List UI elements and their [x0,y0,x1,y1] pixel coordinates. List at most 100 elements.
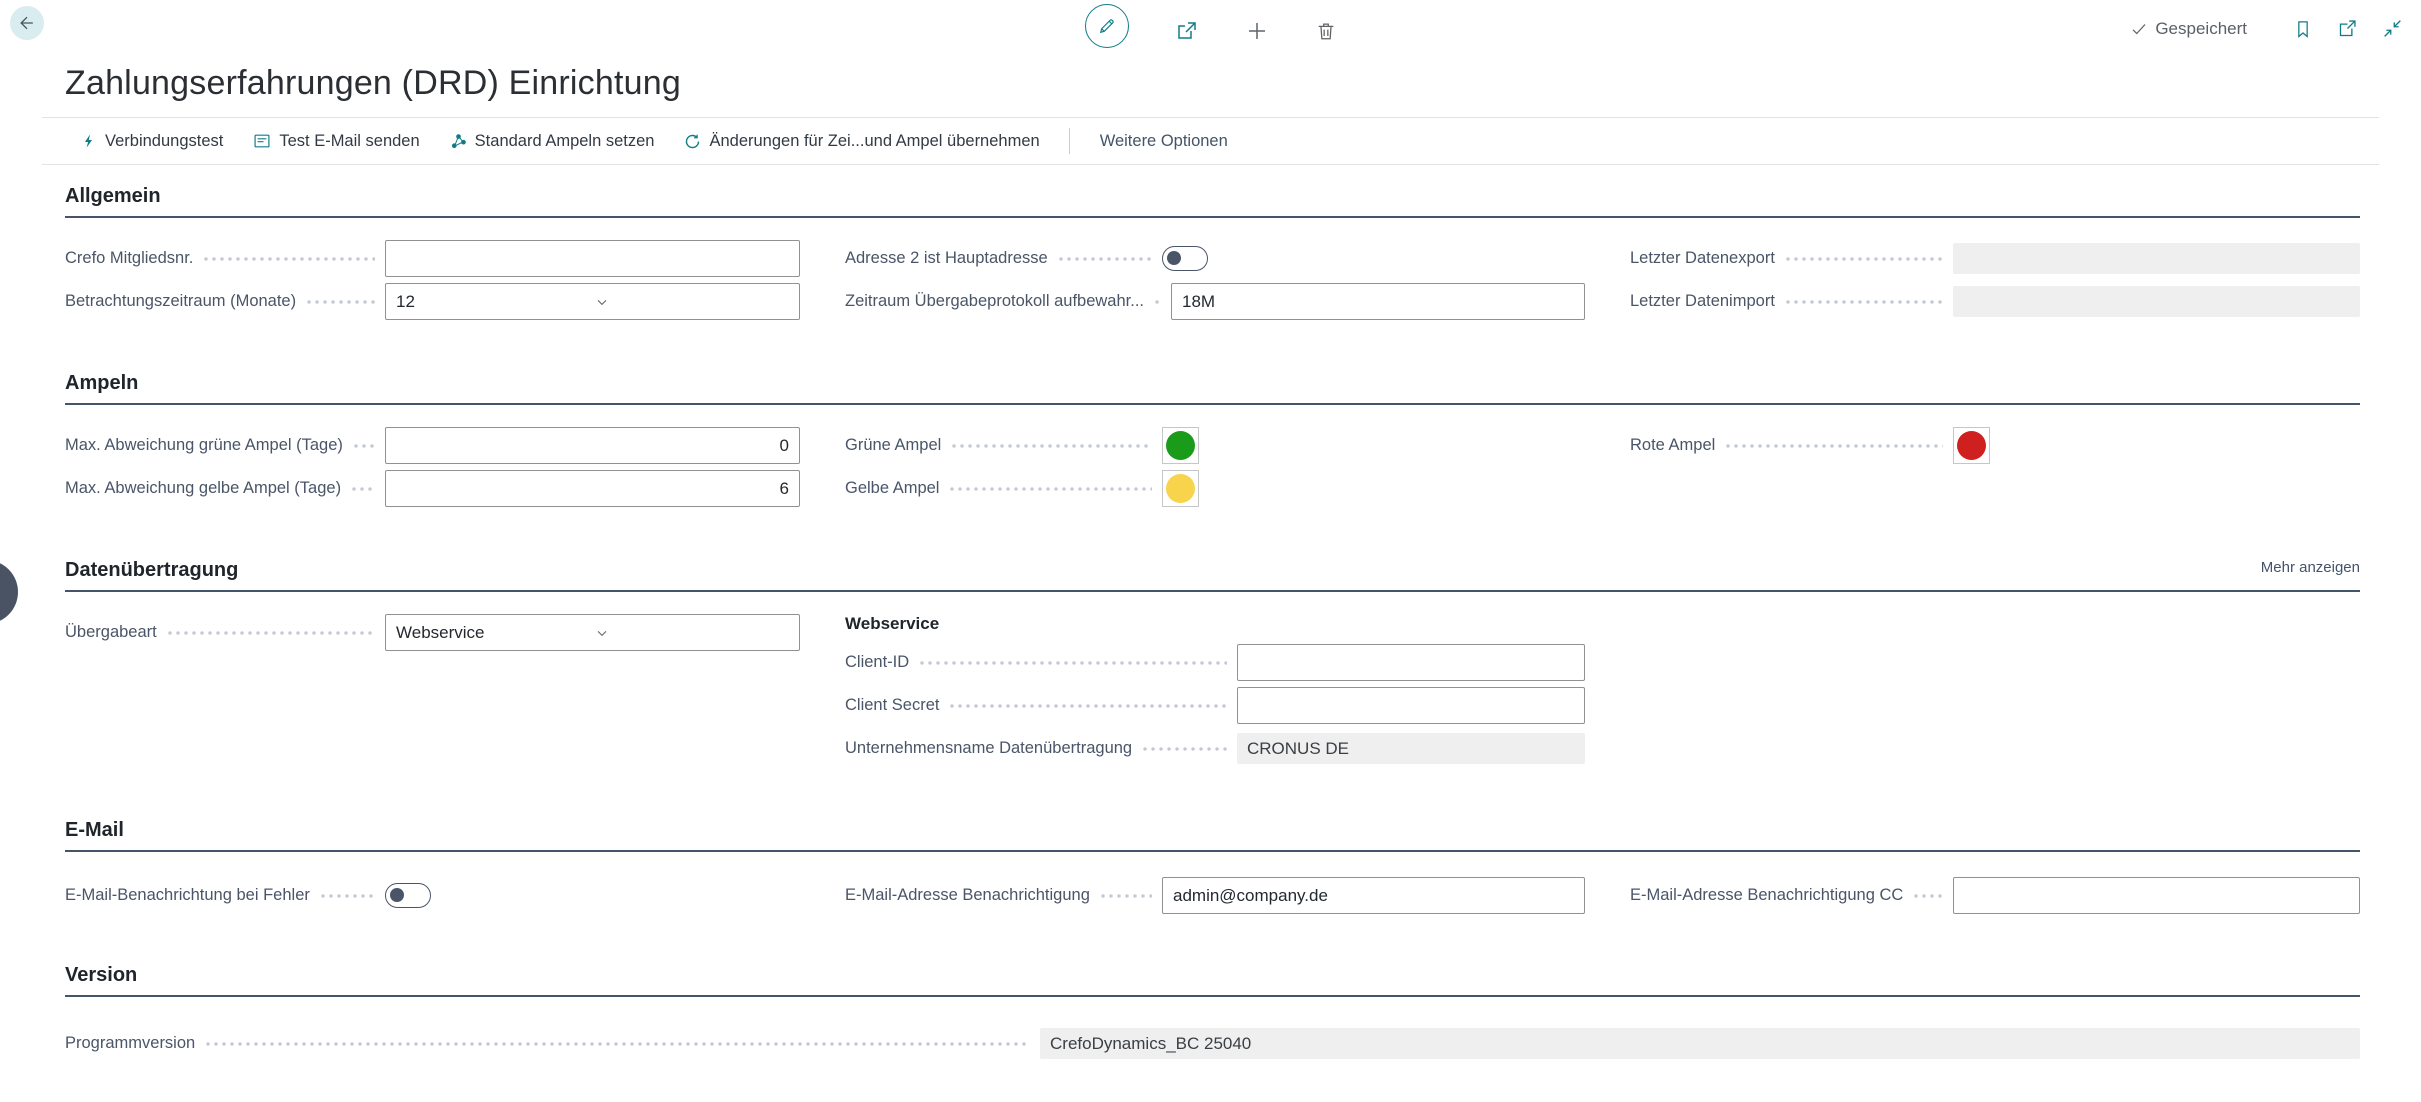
programmversion-value: CrefoDynamics_BC 25040 [1040,1028,2360,1059]
gruene-ampel-swatch[interactable] [1162,427,1199,464]
crefo-mitgliedsnr-input[interactable] [385,240,800,277]
section-version-title: Version [65,964,2360,997]
green-circle [1166,431,1195,460]
dotted-leader [950,444,1152,448]
bookmark-button[interactable] [2293,19,2313,39]
field-label: Grüne Ampel [845,436,941,455]
dotted-leader [948,487,1152,491]
section-ampeln-title: Ampeln [65,372,2360,405]
field-crefo-mitgliedsnr: Crefo Mitgliedsnr. [65,240,800,277]
field-label: Client-ID [845,653,909,672]
field-uebergabeart: Übergabeart Webservice [65,614,800,651]
field-client-id: Client-ID [845,644,1585,681]
field-max-abw-gruen: Max. Abweichung grüne Ampel (Tage) [65,427,800,464]
field-email-adresse-benachrichtigung-cc: E-Mail-Adresse Benachrichtigung CC [1630,877,2360,914]
delete-button[interactable] [1315,20,1337,42]
field-label: E-Mail-Adresse Benachrichtigung CC [1630,886,1903,905]
field-unternehmensname: Unternehmensname Datenübertragung CRONUS… [845,730,1585,767]
field-label: Letzter Datenimport [1630,292,1775,311]
field-label: Adresse 2 ist Hauptadresse [845,249,1048,268]
field-letzter-datenexport: Letzter Datenexport [1630,240,2360,277]
field-gelbe-ampel: Gelbe Ampel [845,470,1585,507]
page-title: Zahlungserfahrungen (DRD) Einrichtung [65,64,2421,103]
field-gruene-ampel: Grüne Ampel [845,427,1585,464]
lightning-icon [81,132,97,150]
section-ampeln: Ampeln Max. Abweichung grüne Ampel (Tage… [65,372,2360,507]
field-betrachtungszeitraum: Betrachtungszeitraum (Monate) 12 [65,283,800,320]
betrachtungszeitraum-select[interactable]: 12 [385,283,800,320]
section-email-title: E-Mail [65,819,2360,852]
field-label: E-Mail-Benachrichtung bei Fehler [65,886,310,905]
adresse2-hauptadresse-toggle[interactable] [1162,246,1208,271]
add-button[interactable] [1245,19,1269,43]
client-secret-input[interactable] [1237,687,1585,724]
action-bar-divider [1069,128,1070,154]
checkmark-icon [2130,20,2148,38]
page-canvas: Gespeichert Zahlungserfahrungen (DRD) Ei… [0,0,2421,1102]
action-standard-ampeln-setzen[interactable]: Standard Ampeln setzen [435,132,670,151]
dotted-leader [1912,894,1943,898]
field-rote-ampel: Rote Ampel [1630,427,2360,464]
dotted-leader [1141,747,1227,751]
empty-cell [1630,614,2360,651]
max-abw-gruen-input[interactable] [385,427,800,464]
trash-icon [1315,20,1337,42]
email-adresse-benachrichtigung-input[interactable] [1162,877,1585,914]
section-datenuebertragung-title: Datenübertragung [65,559,2360,592]
dotted-leader [1153,300,1161,304]
dotted-leader [202,257,375,261]
zeitraum-protokoll-input[interactable] [1171,283,1585,320]
letzter-datenexport-value [1953,243,2360,274]
mehr-anzeigen-button[interactable]: Mehr anzeigen [2261,559,2360,576]
share-button[interactable] [1175,19,1199,43]
action-verbindungstest[interactable]: Verbindungstest [66,132,238,151]
field-label: Betrachtungszeitraum (Monate) [65,292,296,311]
email-adresse-benachrichtigung-cc-input[interactable] [1953,877,2360,914]
pencil-icon [1097,16,1117,36]
section-datenuebertragung: Mehr anzeigen Datenübertragung Übergabea… [65,559,2360,767]
dotted-leader [1099,894,1152,898]
field-label: Max. Abweichung gelbe Ampel (Tage) [65,479,341,498]
field-label: E-Mail-Adresse Benachrichtigung [845,886,1090,905]
section-allgemein: Allgemein Crefo Mitgliedsnr. Adresse 2 i… [65,185,2360,320]
chevron-down-icon [594,625,792,641]
collapse-button[interactable] [2382,18,2403,39]
action-test-email-senden[interactable]: Test E-Mail senden [238,132,434,151]
field-letzter-datenimport: Letzter Datenimport [1630,283,2360,320]
top-bar: Gespeichert [0,0,2421,52]
weitere-optionen-button[interactable]: Weitere Optionen [1084,132,1244,151]
empty-cell [1630,470,2360,507]
dotted-leader [918,661,1227,665]
refresh-icon [684,133,701,150]
toggle-knob [1167,251,1181,265]
open-in-window-button[interactable] [2337,18,2358,39]
field-label: Übergabeart [65,623,157,642]
field-zeitraum-protokoll: Zeitraum Übergabeprotokoll aufbewahr... [845,283,1585,320]
field-programmversion: Programmversion CrefoDynamics_BC 25040 [65,1025,2360,1062]
field-label: Programmversion [65,1034,195,1053]
action-aenderungen-uebernehmen[interactable]: Änderungen für Zei...und Ampel übernehme… [669,132,1054,151]
field-label: Unternehmensname Datenübertragung [845,739,1132,758]
standard-ampeln-icon [450,133,467,150]
plus-icon [1245,19,1269,43]
field-label: Max. Abweichung grüne Ampel (Tage) [65,436,343,455]
field-email-adresse-benachrichtigung: E-Mail-Adresse Benachrichtigung [845,877,1585,914]
max-abw-gelb-input[interactable] [385,470,800,507]
field-label: Rote Ampel [1630,436,1715,455]
dotted-leader [319,894,375,898]
email-benachrichtigung-fehler-toggle[interactable] [385,883,431,908]
mail-icon [253,133,271,149]
gelbe-ampel-swatch[interactable] [1162,470,1199,507]
unternehmensname-value: CRONUS DE [1237,733,1585,764]
chevron-down-icon [594,294,792,310]
client-id-input[interactable] [1237,644,1585,681]
edge-teaching-bubble[interactable] [0,560,18,624]
dotted-leader [166,631,375,635]
edit-pencil-button[interactable] [1085,4,1129,48]
uebergabeart-select[interactable]: Webservice [385,614,800,651]
dotted-leader [305,300,375,304]
letzter-datenimport-value [1953,286,2360,317]
section-version: Version Programmversion CrefoDynamics_BC… [65,964,2360,1062]
rote-ampel-swatch[interactable] [1953,427,1990,464]
yellow-circle [1166,474,1195,503]
